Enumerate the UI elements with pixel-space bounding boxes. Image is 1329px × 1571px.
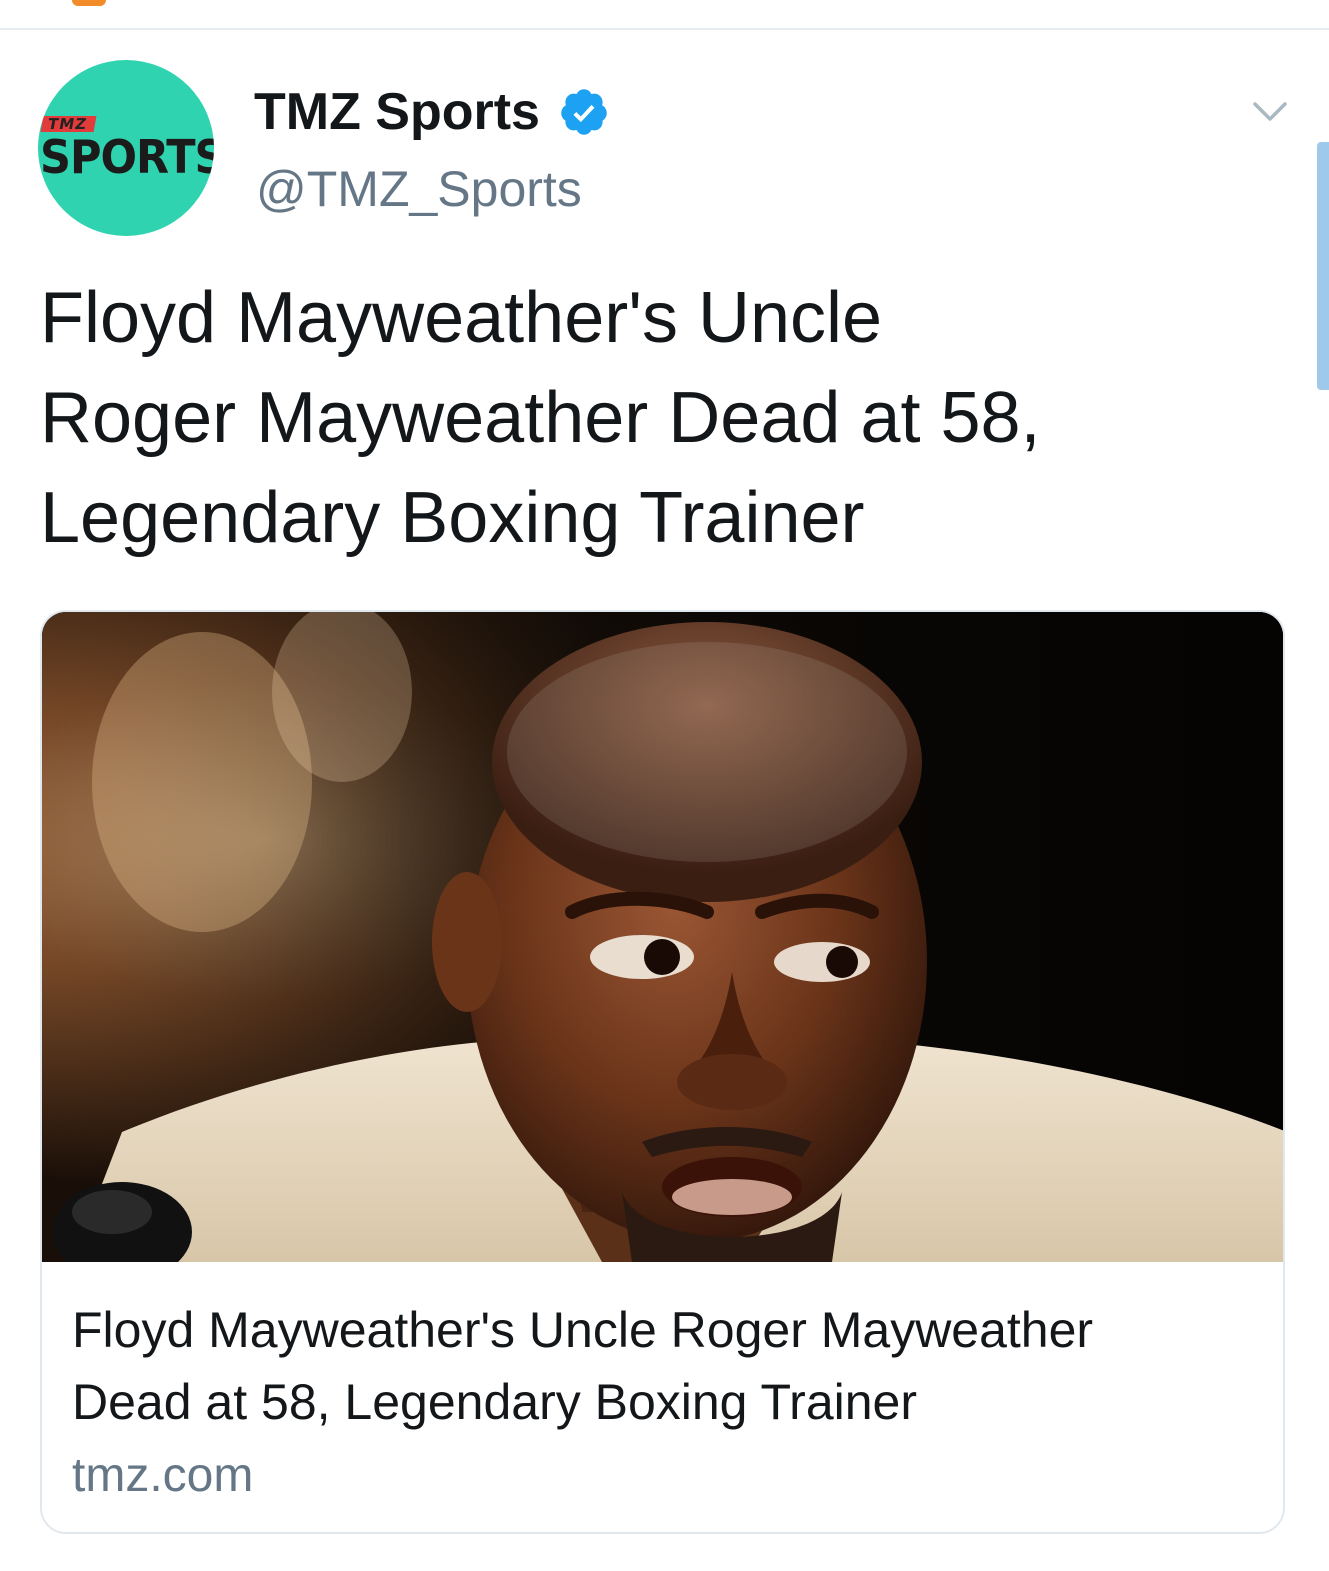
handle[interactable]: @TMZ_Sports: [256, 160, 582, 218]
card-text[interactable]: Floyd Mayweather's Uncle Roger Mayweathe…: [72, 1294, 1252, 1506]
display-name[interactable]: TMZ Sports: [254, 82, 540, 142]
card-image[interactable]: [42, 612, 1283, 1262]
avatar[interactable]: TMZ SPORTS: [38, 60, 214, 236]
avatar-label: SPORTS: [40, 131, 214, 185]
card-domain: tmz.com: [72, 1449, 254, 1502]
author-name-row[interactable]: TMZ Sports: [254, 80, 610, 144]
link-card[interactable]: Floyd Mayweather's Uncle Roger Mayweathe…: [40, 610, 1285, 1534]
tweet-text-line: Legendary Boxing Trainer: [40, 478, 865, 558]
card-title-line: Floyd Mayweather's Uncle Roger Mayweathe…: [72, 1302, 1094, 1358]
tweet-text-line: Floyd Mayweather's Uncle: [40, 278, 883, 358]
card-title: Floyd Mayweather's Uncle Roger Mayweathe…: [72, 1294, 1252, 1438]
chevron-down-icon[interactable]: [1252, 100, 1288, 124]
photo-of-man-in-cream-jacket: [42, 612, 1283, 1262]
tweet-text: Floyd Mayweather's Uncle Roger Mayweathe…: [40, 268, 1260, 568]
avatar-small-label: TMZ: [40, 115, 97, 133]
verified-badge-icon: [561, 89, 607, 135]
tweet[interactable]: TMZ SPORTS TMZ Sports @TMZ_Sports Floyd …: [0, 30, 1329, 1571]
card-title-line: Dead at 58, Legendary Boxing Trainer: [72, 1374, 917, 1430]
tweet-text-line: Roger Mayweather Dead at 58,: [40, 378, 1041, 458]
top-edge-accent: [72, 0, 106, 6]
